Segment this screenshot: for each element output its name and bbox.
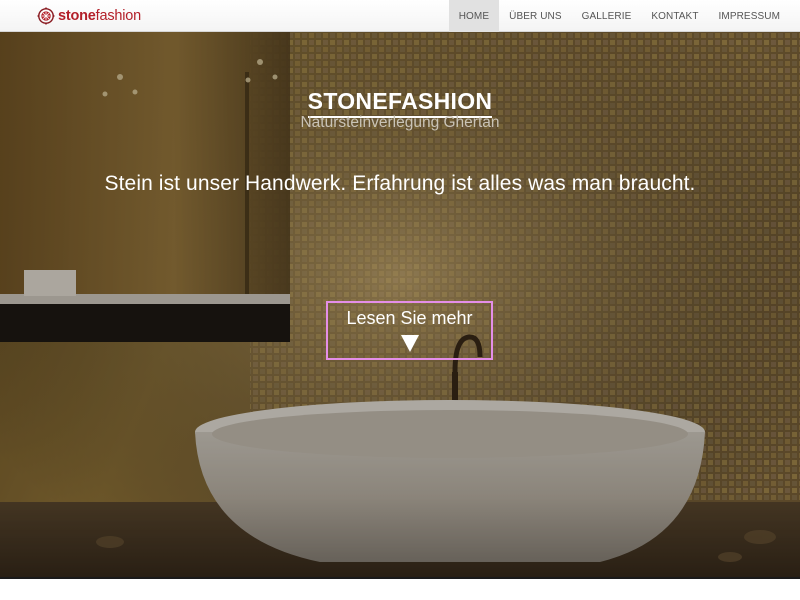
section-divider (0, 577, 800, 579)
hero-section: STONEFASHION Natursteinverlegung Ghertan… (0, 32, 800, 577)
navbar: stonefashion HOME ÜBER UNS GALLERIE KONT… (0, 0, 800, 32)
nav-item-kontakt[interactable]: KONTAKT (641, 0, 708, 32)
main-nav: HOME ÜBER UNS GALLERIE KONTAKT IMPRESSUM (448, 0, 790, 32)
nav-item-ueber-uns[interactable]: ÜBER UNS (499, 0, 571, 32)
nav-item-home[interactable]: HOME (448, 0, 500, 32)
down-arrow-icon (400, 335, 419, 352)
nav-item-impressum[interactable]: IMPRESSUM (709, 0, 790, 32)
hero-subtitle: Natursteinverlegung Ghertan (300, 114, 500, 131)
brand-wordmark-light: fashion (95, 8, 142, 24)
hero-tagline: Stein ist unser Handwerk. Erfahrung ist … (104, 172, 696, 195)
read-more-button[interactable]: Lesen Sie mehr (326, 301, 493, 360)
brand-wordmark-bold: stone (58, 8, 96, 24)
hero-title: STONEFASHION (0, 80, 800, 118)
nav-item-gallerie[interactable]: GALLERIE (572, 0, 642, 32)
brand-logo[interactable]: stonefashion (37, 6, 141, 26)
brand-wordmark: stonefashion (58, 7, 141, 25)
brand-logo-icon (37, 7, 55, 25)
read-more-label: Lesen Sie mehr (346, 308, 473, 328)
